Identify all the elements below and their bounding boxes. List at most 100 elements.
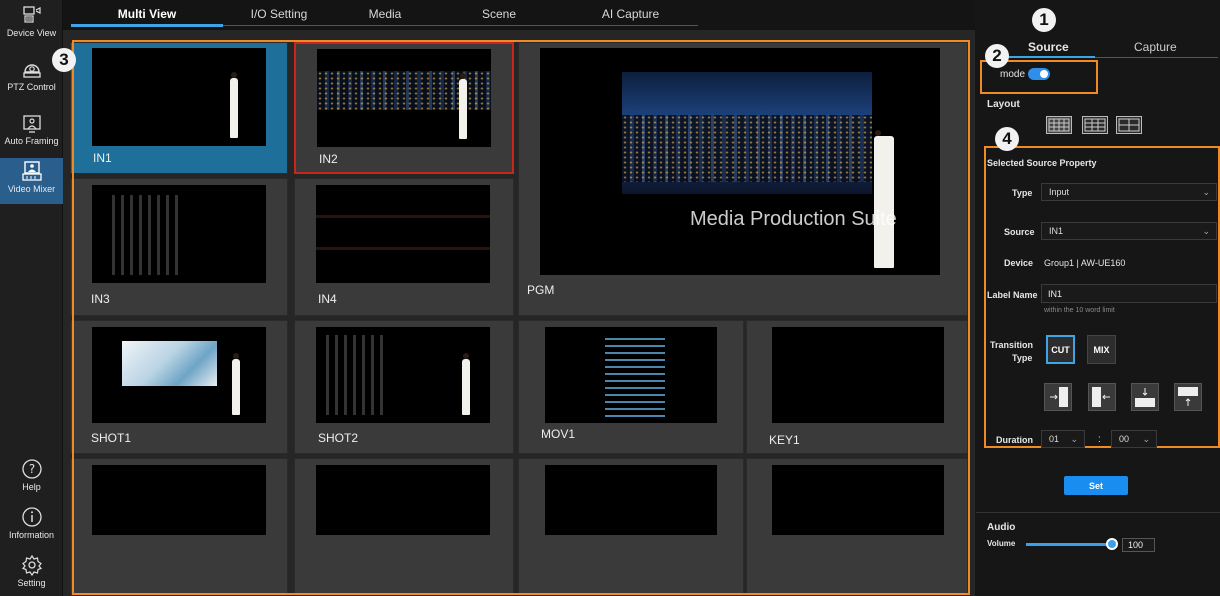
layout-2x2-button[interactable]	[1116, 116, 1142, 134]
layout-2x4-button[interactable]	[1046, 116, 1072, 134]
source-label: Source	[1004, 227, 1035, 237]
cut-transition-button[interactable]: CUT	[1046, 335, 1075, 364]
svg-text:?: ?	[28, 462, 34, 476]
sidebar-item-label: PTZ Control	[7, 82, 56, 92]
cell-label: IN3	[91, 292, 110, 306]
chevron-down-icon: ⌄	[1142, 434, 1150, 444]
wipe-from-right-icon	[1092, 387, 1110, 407]
city-lights	[622, 114, 872, 182]
sidebar-item-label: Video Mixer	[7, 184, 56, 194]
sidebar-item-auto-framing[interactable]: Auto Framing	[0, 112, 63, 158]
mix-transition-button[interactable]: MIX	[1087, 335, 1116, 364]
wipe-from-bottom-button[interactable]	[1174, 383, 1202, 411]
toggle-knob	[1040, 70, 1048, 78]
mode-toggle[interactable]	[1028, 68, 1050, 80]
tab-divider	[223, 25, 698, 26]
slatted-partition	[326, 335, 386, 415]
callout-badge: 3	[52, 48, 76, 72]
callout-badge: 1	[1032, 8, 1056, 32]
multiview-cell-pgm[interactable]: Media Production Suite PGM	[518, 42, 968, 316]
source-value: IN1	[1049, 226, 1064, 236]
presenter-figure	[874, 130, 894, 268]
sidebar-item-device-view[interactable]: Device View	[0, 4, 63, 50]
sidebar: Device View PTZ Control Auto Framing Vid…	[0, 0, 63, 596]
presenter-figure	[462, 353, 470, 415]
active-tab-indicator	[71, 24, 223, 27]
top-tab-bar: Multi View I/O Setting Media Scene AI Ca…	[63, 0, 975, 30]
transition-type-label: Type	[1012, 353, 1033, 363]
auto-framing-icon	[22, 115, 41, 133]
multiview-cell-key1[interactable]: KEY1	[746, 320, 968, 454]
cell-thumbnail	[317, 49, 491, 147]
video-mixer-icon	[21, 161, 42, 181]
transition-label: Transition	[990, 340, 1034, 350]
sidebar-item-video-mixer[interactable]: Video Mixer	[0, 158, 63, 204]
wipe-from-left-button[interactable]	[1044, 383, 1072, 411]
multiview-cell-empty[interactable]	[518, 458, 744, 596]
cell-thumbnail	[545, 465, 717, 535]
duration-frames-select[interactable]: 00 ⌄	[1111, 430, 1157, 448]
tab-scene[interactable]: Scene	[435, 0, 563, 28]
tab-io-setting[interactable]: I/O Setting	[223, 0, 335, 28]
volume-label: Volume	[987, 539, 1016, 548]
cell-thumbnail	[92, 48, 266, 146]
device-label: Device	[1004, 258, 1034, 268]
layout-label: Layout	[987, 99, 1020, 110]
volume-slider-track[interactable]	[1026, 543, 1112, 546]
multiview-cell-mov1[interactable]: MOV1	[518, 320, 744, 454]
tab-ai-capture[interactable]: AI Capture	[563, 0, 698, 28]
mode-label: mode	[1000, 69, 1026, 80]
wipe-from-top-button[interactable]	[1131, 383, 1159, 411]
cell-thumbnail	[316, 185, 490, 283]
duration-label: Duration	[996, 435, 1033, 445]
grid-layout-icon	[1118, 118, 1140, 132]
cell-thumbnail	[92, 185, 266, 283]
multiview-cell-in2[interactable]: IN2	[294, 42, 514, 174]
duration-seconds-value: 01	[1049, 434, 1060, 444]
multiview-cell-in1[interactable]: IN1	[70, 42, 288, 174]
multiview-cell-in4[interactable]: IN4	[294, 178, 514, 316]
info-icon	[21, 507, 42, 527]
type-select[interactable]: Input ⌄	[1041, 183, 1217, 201]
wall-display	[122, 341, 217, 386]
cell-label: SHOT2	[318, 431, 359, 445]
help-icon: ?	[21, 459, 42, 479]
duration-separator: :	[1098, 434, 1101, 445]
layout-3x3-button[interactable]	[1082, 116, 1108, 134]
sidebar-item-label: Device View	[6, 28, 57, 38]
cell-label: MOV1	[541, 427, 576, 441]
grid-layout-icon	[1084, 118, 1106, 132]
chevron-down-icon: ⌄	[1202, 226, 1210, 236]
sidebar-item-label: Information	[8, 530, 55, 540]
multiview-cell-empty[interactable]	[70, 458, 288, 596]
cell-thumbnail	[545, 327, 717, 423]
label-name-hint: within the 10 word limit	[1044, 307, 1115, 314]
wipe-from-right-button[interactable]	[1088, 383, 1116, 411]
sidebar-item-help[interactable]: ? Help	[0, 458, 63, 504]
duration-seconds-select[interactable]: 01 ⌄	[1041, 430, 1085, 448]
multiview-cell-empty[interactable]	[294, 458, 514, 596]
multiview-cell-in3[interactable]: IN3	[70, 178, 288, 316]
multiview-cell-shot2[interactable]: SHOT2	[294, 320, 514, 454]
sidebar-item-information[interactable]: Information	[0, 506, 63, 552]
wipe-from-top-icon	[1135, 388, 1155, 407]
cell-thumbnail	[316, 465, 490, 535]
sidebar-item-setting[interactable]: Setting	[0, 554, 63, 596]
volume-value-field[interactable]: 100	[1122, 538, 1155, 552]
tab-capture[interactable]: Capture	[1134, 40, 1177, 54]
multiview-cell-shot1[interactable]: SHOT1	[70, 320, 288, 454]
panel-tab-divider	[1095, 57, 1218, 58]
multiview-cell-empty[interactable]	[746, 458, 968, 596]
set-button[interactable]: Set	[1064, 476, 1128, 495]
chevron-down-icon: ⌄	[1202, 187, 1210, 197]
volume-slider-handle[interactable]	[1106, 538, 1118, 550]
wipe-from-bottom-icon	[1178, 387, 1198, 406]
source-select[interactable]: IN1 ⌄	[1041, 222, 1217, 240]
label-name-input[interactable]: IN1	[1041, 284, 1217, 303]
tab-media[interactable]: Media	[335, 0, 435, 28]
tab-source[interactable]: Source	[1028, 40, 1069, 54]
device-value: Group1 | AW-UE160	[1044, 258, 1126, 268]
callout-badge: 4	[995, 127, 1019, 151]
video-mixer-app: Device View PTZ Control Auto Framing Vid…	[0, 0, 1220, 596]
cell-thumbnail	[316, 327, 490, 423]
